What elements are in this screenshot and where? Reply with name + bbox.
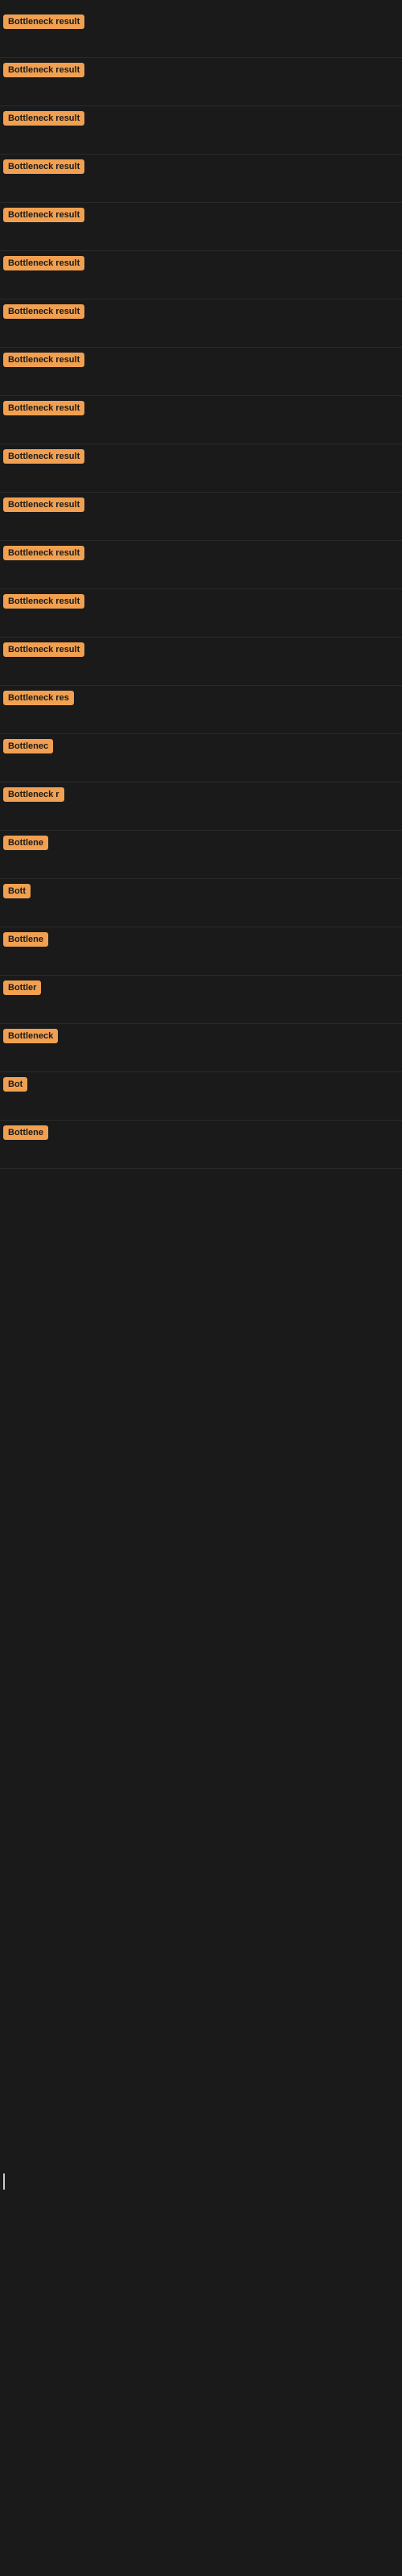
items-list: Bottleneck result Bottleneck result Bottle… — [0, 10, 402, 1169]
list-item: Bottleneck result — [0, 589, 402, 638]
list-item: Bottlene — [0, 831, 402, 879]
list-item: Bot — [0, 1072, 402, 1121]
bottleneck-badge[interactable]: Bottleneck result — [3, 63, 84, 77]
bottleneck-badge[interactable]: Bottleneck result — [3, 304, 84, 319]
bottleneck-badge[interactable]: Bottleneck res — [3, 691, 74, 705]
bottleneck-badge[interactable]: Bottleneck result — [3, 546, 84, 560]
list-item: Bottleneck result — [0, 396, 402, 444]
list-item: Bottleneck result — [0, 251, 402, 299]
list-item: Bottleneck result — [0, 155, 402, 203]
list-item: Bottleneck result — [0, 106, 402, 155]
bottleneck-badge[interactable]: Bottlene — [3, 836, 48, 850]
bottleneck-badge[interactable]: Bottleneck result — [3, 642, 84, 657]
bottleneck-badge[interactable]: Bottlenec — [3, 739, 53, 753]
list-item: Bottleneck result — [0, 638, 402, 686]
list-item: Bott — [0, 879, 402, 927]
bottleneck-badge[interactable]: Bottleneck result — [3, 401, 84, 415]
list-item: Bottleneck res — [0, 686, 402, 734]
list-item: Bottlene — [0, 1121, 402, 1169]
bottleneck-badge[interactable]: Bot — [3, 1077, 27, 1092]
bottleneck-badge[interactable]: Bottlene — [3, 932, 48, 947]
bottleneck-badge[interactable]: Bottleneck result — [3, 208, 84, 222]
bottleneck-badge[interactable]: Bottleneck result — [3, 449, 84, 464]
bottleneck-badge[interactable]: Bottleneck result — [3, 111, 84, 126]
bottleneck-badge[interactable]: Bott — [3, 884, 31, 898]
list-item: Bottleneck result — [0, 58, 402, 106]
bottleneck-badge[interactable]: Bottleneck result — [3, 353, 84, 367]
list-item: Bottler — [0, 976, 402, 1024]
bottleneck-badge[interactable]: Bottleneck result — [3, 497, 84, 512]
cursor-indicator — [3, 2174, 5, 2190]
list-item: Bottleneck result — [0, 299, 402, 348]
bottleneck-badge[interactable]: Bottleneck — [3, 1029, 58, 1043]
bottleneck-badge[interactable]: Bottlene — [3, 1125, 48, 1140]
list-item: Bottleneck result — [0, 10, 402, 58]
list-item: Bottleneck result — [0, 203, 402, 251]
bottleneck-badge[interactable]: Bottleneck result — [3, 256, 84, 270]
list-item: Bottleneck r — [0, 782, 402, 831]
bottleneck-badge[interactable]: Bottler — [3, 980, 41, 995]
bottleneck-badge[interactable]: Bottleneck result — [3, 594, 84, 609]
list-item: Bottlene — [0, 927, 402, 976]
list-item: Bottlenec — [0, 734, 402, 782]
site-header — [0, 0, 402, 10]
list-item: Bottleneck result — [0, 444, 402, 493]
list-item: Bottleneck — [0, 1024, 402, 1072]
bottleneck-badge[interactable]: Bottleneck result — [3, 14, 84, 29]
bottleneck-badge[interactable]: Bottleneck r — [3, 787, 64, 802]
list-item: Bottleneck result — [0, 541, 402, 589]
bottleneck-badge[interactable]: Bottleneck result — [3, 159, 84, 174]
list-item: Bottleneck result — [0, 493, 402, 541]
list-item: Bottleneck result — [0, 348, 402, 396]
